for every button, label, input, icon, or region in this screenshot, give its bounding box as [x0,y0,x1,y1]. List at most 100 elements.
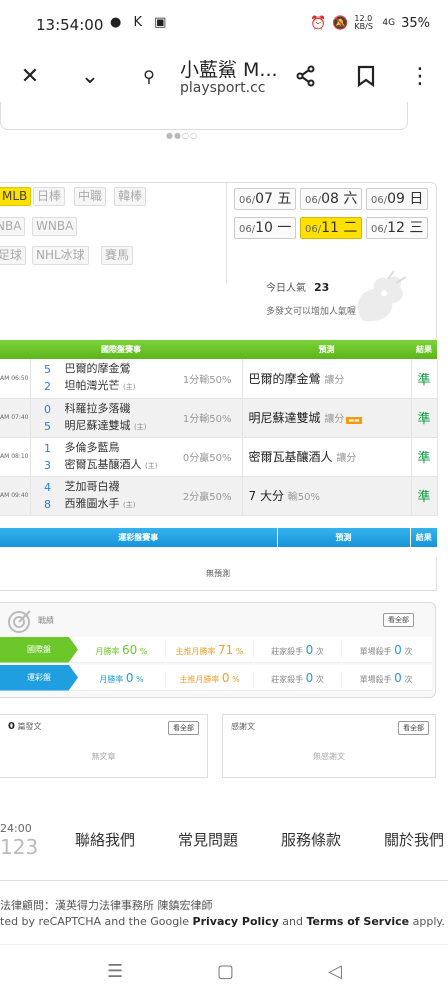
intl-header-predict: 預測 [318,345,335,354]
about-link[interactable]: 關於我們 [384,829,444,850]
posts-box: 0 篇發文 看全部 無文章 [0,714,208,778]
recent-apps-icon[interactable]: ☰ [107,961,123,982]
league-chip[interactable]: 韓棒 [114,187,147,206]
record-cell: 單場殺手 0 次 [359,642,413,657]
intl-table: 國際盤賽事 預測 結果 AM 06:50 5 2 巴爾的摩金鶯 坦帕灣光芒 (主) … [0,340,438,516]
intl-header-result: 結果 [416,345,432,354]
game-cell: 0 5 科羅拉多落磯 明尼蘇達雙城 (主) 1分輸50% [30,398,243,438]
page-content: ●●○○ MLB 日棒 中職 韓棒 NBA WNBA 足球 NHL冰球 賽馬 0… [0,102,448,942]
more-options-icon[interactable]: ⋮ [402,58,438,94]
score: 0 [44,402,51,416]
browser-toolbar: ✕ ⌄ ⚲ 小藍鯊 M... playsport.cc ⋮ [0,50,448,102]
result: 準 [411,476,438,516]
lottery-table: 運彩盤賽事 預測 結果 [0,528,437,547]
record-cell: 單場殺手 0 次 [359,670,413,685]
league-chip[interactable]: NBA [0,217,26,236]
result: 準 [411,437,438,477]
league-chip[interactable]: WNBA [32,217,78,236]
prediction: 密爾瓦基釀酒人 讓分 [242,437,412,477]
record-cell: 主推月勝率 71 % [166,642,254,657]
home-icon[interactable]: ▢ [217,961,234,982]
posts-view-all-button[interactable]: 看全部 [168,721,199,735]
banner-card[interactable] [0,102,408,130]
back-icon[interactable]: ◁ [328,961,342,982]
share-icon[interactable] [288,58,324,94]
footer-time: 24:00 [0,822,32,835]
team-home: 坦帕灣光芒 (主) [64,379,136,393]
thanks-view-all-button[interactable]: 看全部 [398,721,429,735]
record-cell: 主推月勝率 0 % [166,670,254,685]
thanks-empty: 無感謝文 [313,752,345,761]
alarm-icon: ⏰ [310,15,327,31]
faq-link[interactable]: 常見問題 [178,829,238,850]
status-time: 13:54:00 [36,16,104,34]
thanks-label: 感謝文 [231,722,255,731]
game-cell: 4 8 芝加哥白襪 西雅圖水手 (主) 2分贏50% [30,476,243,516]
record-cell: 月勝率 60 % [78,642,166,657]
team-away: 科羅拉多落磯 [64,401,131,415]
divider [226,183,227,283]
score: 4 [44,480,51,494]
target-icon [8,610,31,633]
date-chip[interactable]: 06/12 三 [366,217,429,239]
date-chip[interactable]: 06/09 日 [366,188,429,210]
terms-of-service-link[interactable]: Terms of Service [306,915,409,928]
lottery-header-result: 結果 [409,528,437,547]
record-tag: 運彩盤 [0,664,78,691]
system-nav-bar: ☰ ▢ ◁ [0,944,448,1000]
signal-icon: 4G [382,18,396,28]
league-chip[interactable]: 中職 [74,187,107,206]
notification-icons: ● K ▣ [110,15,171,30]
league-chip[interactable]: 日棒 [33,187,66,206]
intl-header-games: 國際盤賽事 [101,345,141,354]
game-time: AM 06:50 [0,359,31,399]
prediction: 巴爾的摩金鶯 讓分 [242,359,412,399]
mascot-icon [357,270,407,322]
date-chip[interactable]: 06/08 六 [300,188,363,210]
prediction: 明尼蘇達雙城 讓分 ▬▬ [242,398,412,438]
handicap: 2分贏50% [182,492,232,503]
privacy-policy-link[interactable]: Privacy Policy [193,915,279,928]
record-cell: 莊家殺手 0 次 [254,670,342,685]
league-chip[interactable]: MLB [0,187,32,206]
status-right: ⏰ 🔕 12.0 KB/S 4G 35% [310,15,430,31]
game-cell: 5 2 巴爾的摩金鶯 坦帕灣光芒 (主) 1分輸50% [30,359,243,399]
record-panel: 戰績 看全部 國際盤 月勝率 60 % 主推月勝率 71 % 莊家殺手 0 次 … [0,602,436,698]
game-time: AM 09:40 [0,476,31,516]
page-url: playsport.cc [180,80,266,96]
team-away: 巴爾的摩金鶯 [64,362,131,376]
game-time: AM 07:40 [0,398,31,438]
record-label: 戰績 [38,616,54,625]
carousel-dots: ●●○○ [166,131,198,140]
record-view-all-button[interactable]: 看全部 [383,613,414,627]
chevron-down-icon[interactable]: ⌄ [72,58,108,94]
mute-icon: 🔕 [332,15,349,31]
game-cell: 1 3 多倫多藍鳥 密爾瓦基釀酒人 (主) 0分贏50% [30,437,243,477]
date-chip[interactable]: 06/10 一 [234,217,297,239]
handicap: 1分輸50% [182,374,232,386]
filter-panel: MLB 日棒 中職 韓棒 NBA WNBA 足球 NHL冰球 賽馬 06/07 … [0,182,437,342]
footer: 24:00 123 聯絡我們 常見問題 服務條款 關於我們 法律顧問：漢英得力法… [0,802,448,942]
no-prediction: 無預測 [0,557,437,591]
date-chip[interactable]: 06/07 五 [234,188,297,210]
team-away: 多倫多藍鳥 [64,440,120,454]
bookmark-icon[interactable] [348,58,384,94]
terms-link[interactable]: 服務條款 [281,829,341,850]
lottery-header-games: 運彩盤賽事 [118,533,159,542]
result: 準 [411,359,438,399]
posts-count: 0 篇發文 [8,721,42,732]
team-away: 芝加哥白襪 [64,479,120,493]
date-chip-selected[interactable]: 06/11 二 [300,217,363,239]
site-settings-icon[interactable]: ⚲ [131,58,167,94]
team-home: 西雅圖水手 (主) [64,496,136,510]
lottery-header-predict: 預測 [276,528,410,547]
game-time: AM 08:10 [0,437,31,477]
close-icon[interactable]: ✕ [12,58,48,94]
league-chip[interactable]: 賽馬 [101,246,134,265]
league-chip[interactable]: NHL冰球 [32,246,89,265]
contact-link[interactable]: 聯絡我們 [75,829,135,850]
score: 3 [44,458,51,472]
league-chip[interactable]: 足球 [0,246,27,265]
footer-number: 123 [0,835,39,859]
result: 準 [411,398,438,438]
